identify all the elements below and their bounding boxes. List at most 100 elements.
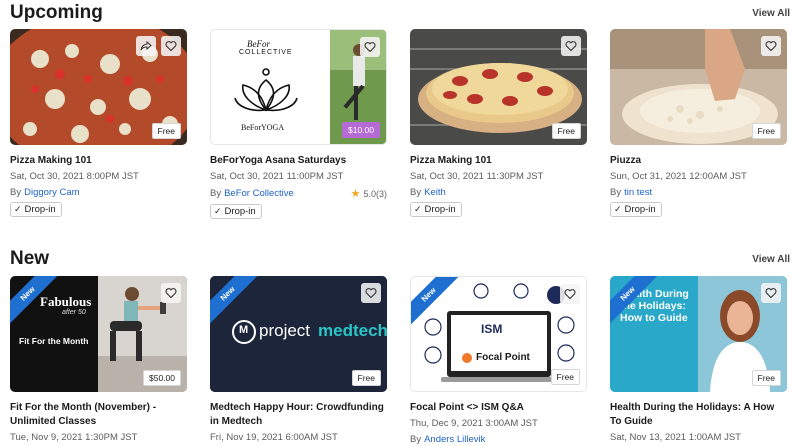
rating-count: (3) [376,188,387,199]
brand-ism: ISM [481,322,503,336]
event-card[interactable]: BeFor COLLECTIVE BeForYOGA $10.00 BeForY… [210,29,387,219]
drop-in-label: Drop-in [224,206,256,217]
new-view-all-link[interactable]: View All [752,254,790,265]
price-badge: Free [550,369,580,385]
heart-icon [565,41,577,52]
upcoming-title: Upcoming [10,2,103,23]
brand-top: BeFor [247,39,270,49]
event-card[interactable]: Health During the Holidays: How to Guide… [610,276,787,444]
host-link[interactable]: Keith [424,187,446,198]
check-icon: ✓ [214,206,222,216]
price-badge: Free [751,123,781,139]
by-label: By [10,187,22,198]
favorite-button[interactable] [161,36,181,56]
upcoming-view-all-link[interactable]: View All [752,8,790,19]
event-title[interactable]: Health During the Holidays: A How To Gui… [610,401,787,429]
price-badge: Free [151,123,181,139]
upcoming-section-header: Upcoming View All [10,1,790,25]
brand-medtech: medtech [318,321,387,340]
event-thumbnail[interactable]: BeFor COLLECTIVE BeForYOGA $10.00 [210,29,387,145]
favorite-button[interactable] [761,283,781,303]
event-card[interactable]: Free Piuzza Sun, Oct 31, 2021 12:00AM JS… [610,29,787,217]
event-title[interactable]: BeForYoga Asana Saturdays [210,154,387,168]
price-badge: $50.00 [143,370,181,386]
favorite-button[interactable] [761,36,781,56]
heart-icon [364,42,376,53]
heart-icon [165,288,177,299]
drop-in-tag: ✓ Drop-in [10,202,62,217]
heart-icon [765,288,777,299]
thumb-caption: Fit For the Month [19,336,89,346]
new-title: New [10,248,50,269]
event-title[interactable]: Focal Point <> ISM Q&A [410,401,587,415]
brand-bottom: BeForYOGA [241,123,285,132]
favorite-button[interactable] [360,37,380,57]
event-date: Sat, Nov 13, 2021 1:00AM JST [610,432,741,443]
event-thumbnail[interactable]: Free [410,29,587,145]
rating-value: 5.0 [363,188,376,199]
favorite-button[interactable] [361,283,381,303]
drop-in-label: Drop-in [624,204,656,215]
rating: ★ 5.0 (3) [351,187,387,200]
event-title[interactable]: Medtech Happy Hour: Crowdfunding in Medt… [210,401,387,429]
share-button[interactable] [136,36,156,56]
favorite-button[interactable] [161,283,181,303]
event-date: Sat, Oct 30, 2021 11:00PM JST [210,171,344,182]
event-thumbnail[interactable]: M project medtech New Free [210,276,387,392]
event-thumbnail[interactable]: Fabulous after 50 Fit For the Month New … [10,276,187,392]
star-icon: ★ [350,188,361,200]
by-label: By [410,187,422,198]
by-label: By [410,434,422,445]
event-date: Thu, Dec 9, 2021 3:00AM JST [410,418,538,429]
event-card[interactable]: M project medtech New Free Medtech Happy… [210,276,387,444]
by-label: By [210,188,222,199]
brand-focal-point: Focal Point [476,352,530,363]
heart-icon [365,288,377,299]
event-host-line: By Diggory Cam [10,187,187,198]
event-thumbnail[interactable]: Free [10,29,187,145]
event-date: Sat, Oct 30, 2021 8:00PM JST [10,171,139,182]
event-date: Fri, Nov 19, 2021 6:00AM JST [210,432,338,443]
event-title[interactable]: Fit For the Month (November) - Unlimited… [10,401,187,429]
heart-icon [765,41,777,52]
event-card[interactable]: Fabulous after 50 Fit For the Month New … [10,276,187,444]
heart-icon [165,41,177,52]
brand-project: project [259,321,311,340]
price-badge: $10.00 [342,122,380,138]
medtech-logo-mark: M [239,324,249,336]
favorite-button[interactable] [561,36,581,56]
event-date: Tue, Nov 9, 2021 1:30PM JST [10,432,138,443]
event-card[interactable]: Free Pizza Making 101 Sat, Oct 30, 2021 … [10,29,187,217]
host-link[interactable]: Anders Lillevik [424,434,485,445]
event-host-line: By BeFor Collective ★ 5.0 (3) [210,187,387,200]
drop-in-tag: ✓ Drop-in [610,202,662,217]
event-title[interactable]: Pizza Making 101 [10,154,187,168]
brand-sub: after 50 [62,309,86,316]
drop-in-tag: ✓ Drop-in [410,202,462,217]
drop-in-tag: ✓ Drop-in [210,204,262,219]
host-link[interactable]: tin test [624,187,652,198]
heart-icon [564,289,576,300]
event-card[interactable]: ISM Focal Point New Free Focal Point <> … [410,276,587,445]
event-title[interactable]: Piuzza [610,154,787,168]
favorite-button[interactable] [560,284,580,304]
check-icon: ✓ [614,204,622,214]
share-icon [140,40,152,51]
by-label: By [610,187,622,198]
drop-in-label: Drop-in [24,204,56,215]
event-host-line: By Keith [410,187,587,198]
check-icon: ✓ [14,204,22,214]
host-link[interactable]: BeFor Collective [224,188,294,199]
event-date: Sat, Oct 30, 2021 11:30PM JST [410,171,544,182]
event-thumbnail[interactable]: Health During the Holidays: How to Guide… [610,276,787,392]
event-date: Sun, Oct 31, 2021 12:00AM JST [610,171,747,182]
brand-name: Fabulous [40,294,92,309]
event-thumbnail[interactable]: ISM Focal Point New Free [410,276,587,392]
host-link[interactable]: Diggory Cam [24,187,79,198]
event-title[interactable]: Pizza Making 101 [410,154,587,168]
new-section-header: New View All [10,247,790,271]
event-card[interactable]: Free Pizza Making 101 Sat, Oct 30, 2021 … [410,29,587,217]
check-icon: ✓ [414,204,422,214]
drop-in-label: Drop-in [424,204,456,215]
event-thumbnail[interactable]: Free [610,29,787,145]
